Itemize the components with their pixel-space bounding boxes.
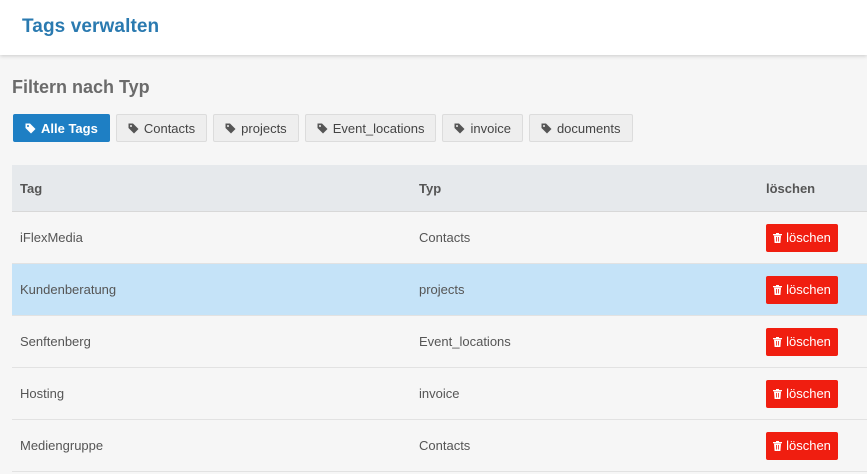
delete-button[interactable]: löschen: [766, 327, 838, 356]
delete-cell: löschen: [759, 431, 867, 460]
filter-button-projects[interactable]: projects: [213, 114, 299, 142]
column-header-delete: löschen: [766, 180, 816, 196]
filter-button-documents[interactable]: documents: [528, 114, 633, 142]
filter-button-label: Event_locations: [332, 120, 425, 136]
trash-icon: [773, 232, 783, 243]
delete-button-label: löschen: [786, 438, 831, 453]
tag-icon: [317, 123, 328, 134]
page-title: Tags verwalten: [22, 16, 160, 37]
tag-icon: [225, 123, 236, 134]
tag-cell: Mediengruppe: [20, 438, 104, 453]
tag-icon: [128, 123, 139, 134]
delete-cell: löschen: [759, 275, 867, 304]
tag-icon: [454, 123, 465, 134]
delete-button[interactable]: löschen: [766, 223, 838, 252]
top-bar: Tags verwalten: [0, 0, 867, 55]
trash-icon: [773, 440, 783, 451]
trash-icon: [773, 284, 783, 295]
typ-cell: invoice: [419, 386, 460, 401]
filter-button-event-locations[interactable]: Event_locations: [304, 114, 437, 142]
table-row[interactable]: Senftenberg Event_locations löschen: [12, 316, 867, 368]
filter-button-label: invoice: [470, 120, 511, 136]
filter-button-label: Contacts: [143, 120, 196, 136]
filter-button-group: Alle Tags Contacts projects Event_locati…: [13, 114, 633, 142]
delete-button[interactable]: löschen: [766, 379, 838, 408]
tag-icon: [25, 123, 36, 134]
delete-button-label: löschen: [786, 230, 831, 245]
tag-cell: Hosting: [20, 386, 65, 401]
table-row[interactable]: Mediengruppe Contacts löschen: [12, 420, 867, 472]
delete-cell: löschen: [759, 379, 867, 408]
table-row[interactable]: iFlexMedia Contacts löschen: [12, 212, 867, 264]
column-header-typ: Typ: [419, 180, 442, 196]
delete-cell: löschen: [759, 223, 867, 252]
typ-cell: Contacts: [419, 438, 471, 453]
typ-cell: Event_locations: [419, 334, 511, 349]
typ-cell: projects: [419, 282, 465, 297]
filter-button-contacts[interactable]: Contacts: [115, 114, 208, 142]
tag-cell: Senftenberg: [20, 334, 91, 349]
trash-icon: [773, 388, 783, 399]
filter-button-label: documents: [556, 120, 621, 136]
filter-section-title: Filtern nach Typ: [12, 77, 150, 97]
column-header-tag: Tag: [20, 180, 43, 196]
delete-button-label: löschen: [786, 282, 831, 297]
table-row[interactable]: Hosting invoice löschen: [12, 368, 867, 420]
table-header: Tag Typ löschen: [12, 165, 867, 212]
filter-button-label: Alle Tags: [41, 120, 98, 136]
delete-button[interactable]: löschen: [766, 431, 838, 460]
delete-button-label: löschen: [786, 386, 831, 401]
filter-button-all-tags[interactable]: Alle Tags: [13, 114, 110, 142]
tag-cell: Kundenberatung: [20, 282, 117, 297]
trash-icon: [773, 336, 783, 347]
tags-table: Tag Typ löschen iFlexMedia Contacts lösc…: [12, 165, 867, 472]
delete-cell: löschen: [759, 327, 867, 356]
tag-icon: [541, 123, 552, 134]
delete-button-label: löschen: [786, 334, 831, 349]
filter-button-invoice[interactable]: invoice: [442, 114, 523, 142]
typ-cell: Contacts: [419, 230, 471, 245]
filter-button-label: projects: [241, 120, 287, 136]
table-row[interactable]: Kundenberatung projects löschen: [12, 264, 867, 316]
tag-cell: iFlexMedia: [20, 230, 83, 245]
delete-button[interactable]: löschen: [766, 275, 838, 304]
